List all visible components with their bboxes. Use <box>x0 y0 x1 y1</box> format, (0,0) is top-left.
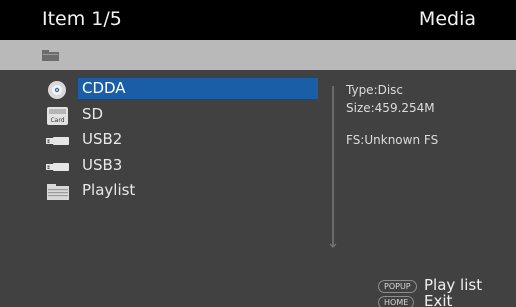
item-counter: Item 1/5 <box>42 8 122 30</box>
page-title: Media <box>418 8 476 30</box>
sd-card-icon: Card <box>47 106 68 125</box>
header-bar: Item 1/5 Media <box>0 0 516 40</box>
device-label: CDDA <box>78 78 318 99</box>
hint-label: Exit <box>424 292 453 307</box>
usb-icon <box>46 137 69 145</box>
popup-key-badge: POPUP <box>378 280 417 293</box>
scroll-down-icon[interactable] <box>328 242 338 250</box>
playlist-folder-icon <box>47 184 69 200</box>
device-item-playlist[interactable]: Playlist <box>46 180 318 206</box>
device-item-sd[interactable]: Card SD <box>46 104 318 130</box>
device-label: USB3 <box>82 155 123 174</box>
info-size: Size:459.254M <box>346 101 435 115</box>
usb-icon <box>46 162 69 171</box>
device-item-cdda[interactable]: CDDA <box>46 78 318 104</box>
device-label: Playlist <box>82 181 136 199</box>
scrollbar-track[interactable] <box>332 86 334 246</box>
svg-text:Card: Card <box>50 117 64 124</box>
path-bar <box>0 40 516 70</box>
info-filesystem: FS:Unknown FS <box>346 133 439 147</box>
device-info-panel: Type:Disc Size:459.254M FS:Unknown FS <box>346 81 438 149</box>
device-list: CDDA Card SD USB2 USB3 Playlist <box>46 78 318 206</box>
folder-icon <box>42 50 59 61</box>
media-screen: Item 1/5 Media CDDA Card SD USB2 USB3 Pl… <box>0 0 516 307</box>
info-type: Type:Disc <box>346 83 404 97</box>
disc-icon <box>48 81 66 99</box>
home-key-badge: HOME <box>378 296 415 307</box>
device-label: USB2 <box>82 130 123 148</box>
device-item-usb3[interactable]: USB3 <box>46 155 318 181</box>
device-label: SD <box>82 104 104 123</box>
device-item-usb2[interactable]: USB2 <box>46 129 318 155</box>
